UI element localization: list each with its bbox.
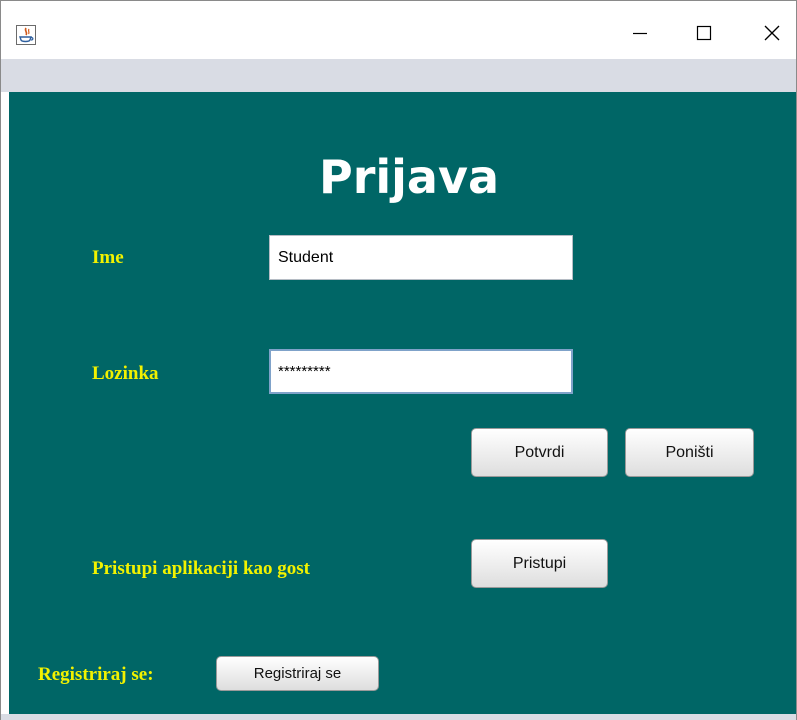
login-panel: Prijava Ime Lozinka Potvrdi Poništi Pris… xyxy=(9,92,796,714)
bottom-border xyxy=(1,714,796,720)
close-icon xyxy=(763,24,781,47)
guest-access-label: Pristupi aplikaciji kao gost xyxy=(92,558,310,579)
java-icon xyxy=(16,25,36,45)
app-window: Prijava Ime Lozinka Potvrdi Poništi Pris… xyxy=(0,0,797,720)
menu-bar xyxy=(1,59,796,92)
minimize-icon xyxy=(632,25,648,46)
title-bar[interactable] xyxy=(1,1,796,59)
maximize-button[interactable] xyxy=(681,15,727,55)
minimize-button[interactable] xyxy=(617,15,663,55)
maximize-icon xyxy=(696,25,712,46)
cancel-button[interactable]: Poništi xyxy=(625,428,754,477)
close-button[interactable] xyxy=(749,15,795,55)
username-label: Ime xyxy=(92,247,124,268)
register-label: Registriraj se: xyxy=(38,664,154,685)
guest-access-button[interactable]: Pristupi xyxy=(471,539,608,588)
password-label: Lozinka xyxy=(92,363,159,384)
username-field[interactable] xyxy=(269,235,573,280)
register-button[interactable]: Registriraj se xyxy=(216,656,379,691)
password-field[interactable] xyxy=(269,349,573,394)
confirm-button[interactable]: Potvrdi xyxy=(471,428,608,477)
page-title: Prijava xyxy=(318,150,499,204)
